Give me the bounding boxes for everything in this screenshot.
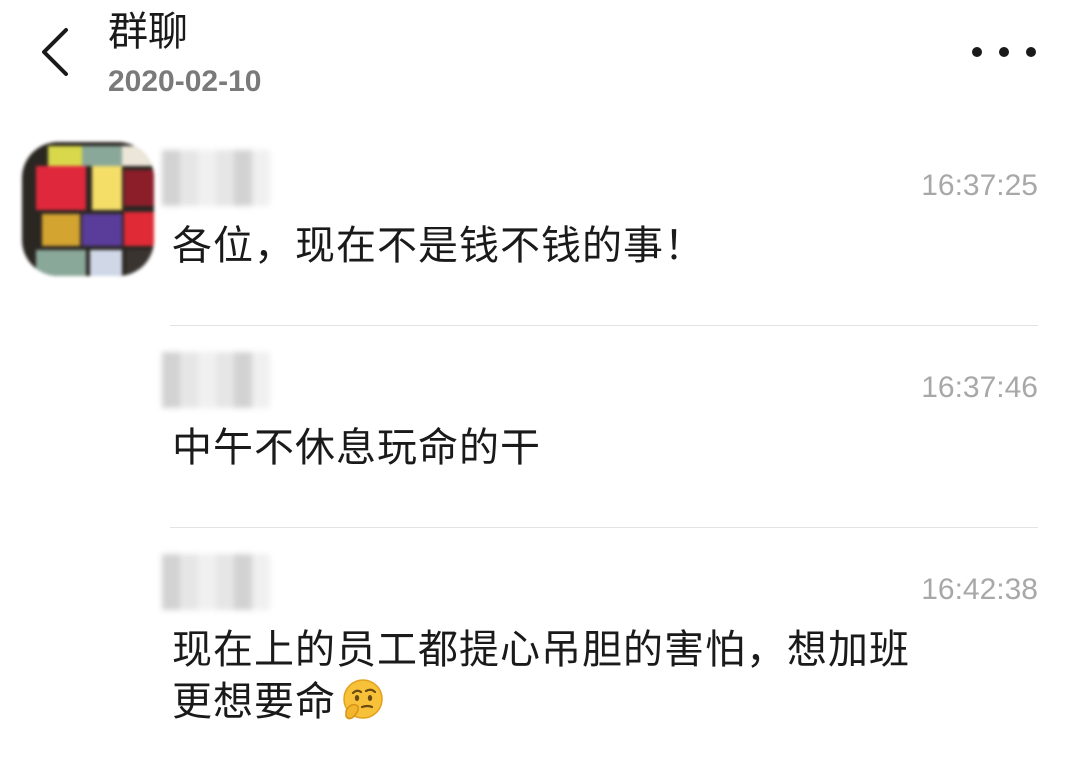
avatar-image [22,142,154,276]
more-dots-icon [972,47,982,57]
sender-name-redacted [162,554,270,610]
message-text: 各位，现在不是钱不钱的事！ [172,223,705,269]
back-button[interactable] [30,22,80,82]
message-time: 16:37:46 [921,371,1038,404]
message-time: 16:37:25 [921,169,1038,202]
divider [170,527,1038,528]
chat-header: 群聊 2020-02-10 [0,0,1080,120]
avatar[interactable] [22,142,154,276]
divider [170,325,1038,326]
message-time: 16:42:38 [921,573,1038,606]
page-title: 群聊 [108,9,188,55]
message-text-line: 更想要命 [172,676,1032,728]
more-button[interactable] [972,28,1036,76]
chat-date: 2020-02-10 [108,65,262,98]
message-text-line: 现在上的员工都提心吊胆的害怕，想加班 [172,627,910,673]
more-dots-icon [999,47,1009,57]
message-item: 16:42:38 现在上的员工都提心吊胆的害怕，想加班 更想要命 [162,554,1042,754]
more-dots-icon [1026,47,1036,57]
sender-name-redacted [162,352,270,408]
chevron-left-icon [42,28,68,76]
message-item: 16:37:25 各位，现在不是钱不钱的事！ [162,150,1042,290]
message-item: 16:37:46 中午不休息玩命的干 [162,352,1042,492]
message-text: 现在上的员工都提心吊胆的害怕，想加班 更想要命 [172,624,1032,728]
message-text-fragment: 更想要命 [172,679,336,725]
message-text: 中午不休息玩命的干 [172,425,541,471]
sender-name-redacted [162,150,270,206]
thinking-face-emoji [343,679,383,720]
